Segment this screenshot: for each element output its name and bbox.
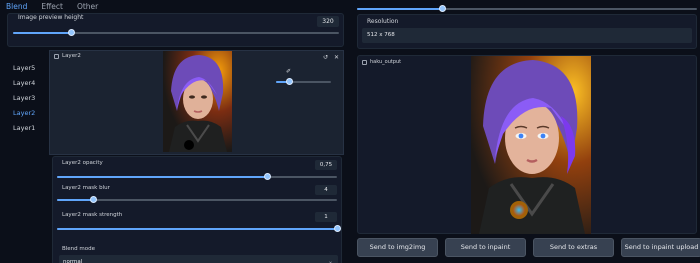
app-root: Blend Effect Other Image preview height …	[0, 0, 700, 263]
top-slider-fill	[357, 8, 442, 10]
output-header: haku_output	[362, 59, 401, 65]
opacity-value[interactable]: 0,75	[315, 160, 337, 170]
resolution-value[interactable]: 512 x 768	[362, 28, 692, 43]
output-panel: haku_output	[357, 55, 697, 234]
mask-strength-slider[interactable]	[57, 225, 341, 232]
left-column: Image preview height 320 Layer5 Layer4 L…	[0, 11, 348, 263]
mask-strength-label: Layer2 mask strength	[62, 212, 123, 218]
brush-size-slider[interactable]	[276, 78, 331, 85]
opacity-slider-fill	[57, 176, 267, 178]
layer-item-1[interactable]: Layer1	[13, 121, 35, 136]
brush-size-slider-thumb[interactable]	[286, 78, 294, 85]
preview-height-slider-fill	[13, 32, 72, 34]
send-buttons: Send to img2img Send to inpaint Send to …	[357, 238, 700, 257]
layer-panel-title: Layer2	[62, 53, 81, 59]
tab-effect[interactable]: Effect	[41, 0, 63, 11]
opacity-slider[interactable]	[57, 173, 337, 180]
top-slider[interactable]	[357, 5, 697, 12]
mask-strength-slider-thumb[interactable]	[333, 225, 341, 232]
layer-item-4[interactable]: Layer4	[13, 76, 35, 91]
mask-blur-slider[interactable]	[57, 196, 337, 203]
layer-item-5[interactable]: Layer5	[13, 61, 35, 76]
preview-height-value[interactable]: 320	[317, 16, 339, 27]
preview-height-label: Image preview height	[18, 14, 84, 21]
blend-mode-value: normal	[63, 259, 83, 263]
undo-icon[interactable]: ↺	[323, 54, 328, 61]
close-icon[interactable]: ✕	[334, 54, 339, 61]
send-to-inpaint-button[interactable]: Send to inpaint	[445, 238, 526, 257]
mask-strength-slider-fill	[57, 228, 337, 230]
tab-blend[interactable]: Blend	[6, 0, 27, 11]
tab-bar: Blend Effect Other	[6, 0, 98, 11]
right-column: Resolution 512 x 768 haku_output Send to…	[352, 0, 700, 263]
mask-strength-value[interactable]: 1	[315, 212, 337, 222]
layer-image[interactable]	[163, 51, 232, 152]
resolution-box: Resolution 512 x 768	[357, 14, 697, 49]
preview-height-control: Image preview height 320	[7, 13, 344, 47]
send-to-img2img-button[interactable]: Send to img2img	[357, 238, 438, 257]
preview-height-slider[interactable]	[13, 29, 339, 36]
layer-controls: Layer2 opacity 0,75 Layer2 mask blur 4 L…	[52, 156, 342, 263]
layer-item-3[interactable]: Layer3	[13, 91, 35, 106]
layer-panel-actions: ↺ ✕	[323, 54, 339, 61]
layer-item-2[interactable]: Layer2	[13, 106, 35, 121]
preview-height-slider-thumb[interactable]	[68, 29, 76, 36]
mask-blur-label: Layer2 mask blur	[62, 185, 110, 191]
layer-list: Layer5 Layer4 Layer3 Layer2 Layer1	[13, 61, 35, 136]
output-title: haku_output	[370, 59, 402, 65]
chevron-down-icon: ⌄	[327, 258, 333, 263]
blend-mode-label: Blend mode	[62, 246, 96, 252]
blend-mode-select[interactable]: normal ⌄	[59, 255, 338, 263]
layer-panel-header: Layer2	[54, 53, 81, 59]
send-to-inpaint-upload-button[interactable]: Send to inpaint upload	[621, 238, 700, 257]
top-slider-thumb[interactable]	[438, 5, 446, 12]
brush-icon: ✐	[286, 68, 292, 75]
send-to-extras-button[interactable]: Send to extras	[533, 238, 614, 257]
opacity-label: Layer2 opacity	[62, 160, 103, 166]
mask-blur-slider-fill	[57, 199, 94, 201]
resolution-label: Resolution	[367, 18, 399, 25]
mask-blur-value[interactable]: 4	[315, 185, 337, 195]
mask-blur-slider-thumb[interactable]	[89, 196, 97, 203]
image-icon	[362, 59, 367, 65]
top-slider-area	[357, 2, 697, 14]
opacity-slider-thumb[interactable]	[263, 173, 271, 180]
layer-image-panel: Layer2 ↺ ✕ ✐	[49, 50, 344, 155]
image-icon	[54, 53, 59, 59]
output-image[interactable]	[471, 56, 591, 234]
tab-other[interactable]: Other	[77, 0, 98, 11]
